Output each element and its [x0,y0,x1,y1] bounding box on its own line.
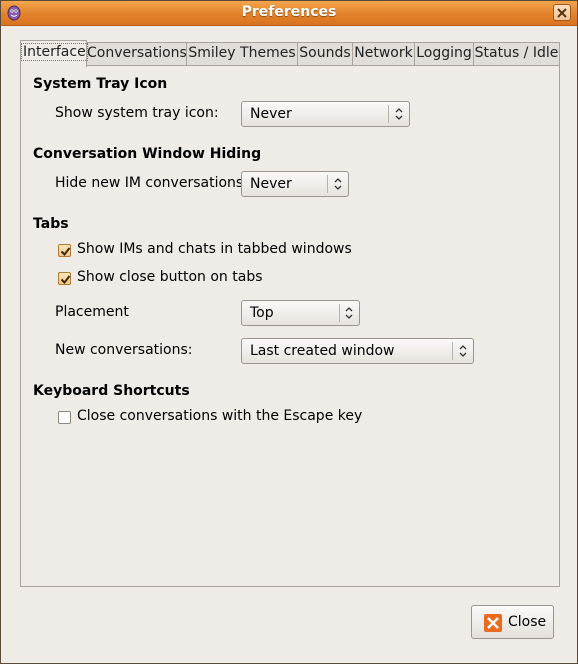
conv-hiding-label: Hide new IM conversations: [55,175,248,191]
title-bar[interactable]: Preferences [1,1,577,26]
combo-separator [452,342,453,360]
combo-arrows-icon [395,108,403,120]
system-tray-value: Never [250,106,292,122]
tab-interface[interactable]: Interface [20,40,88,67]
combo-separator [339,304,340,322]
window-title: Preferences [241,4,337,20]
system-tray-label: Show system tray icon: [55,105,219,121]
placement-combo[interactable]: Top [241,300,360,326]
tabs-heading: Tabs [33,216,69,232]
tabbed-windows-label[interactable]: Show IMs and chats in tabbed windows [77,241,352,257]
tabbed-windows-checkbox[interactable] [58,244,71,257]
tab-status-idle[interactable]: Status / Idle [473,42,560,65]
combo-arrows-icon [334,178,342,190]
close-button-on-tabs-label[interactable]: Show close button on tabs [77,269,263,285]
combo-arrows-icon [345,307,353,319]
tab-logging[interactable]: Logging [414,42,474,65]
keyboard-shortcuts-heading: Keyboard Shortcuts [33,383,190,399]
close-icon [484,614,502,632]
tab-network[interactable]: Network [352,42,415,65]
system-tray-heading: System Tray Icon [33,76,168,92]
system-tray-combo[interactable]: Never [241,101,410,127]
close-x-glyph [487,617,499,629]
tab-smiley-themes[interactable]: Smiley Themes [186,42,298,65]
new-conversations-value: Last created window [250,343,395,359]
escape-close-label[interactable]: Close conversations with the Escape key [77,408,362,424]
close-button[interactable]: Close [471,605,554,639]
preferences-window: Preferences Interface Conversations Smil… [0,0,578,664]
tab-label: Interface [21,43,88,61]
escape-close-checkbox[interactable] [58,411,71,424]
conv-hiding-combo[interactable]: Never [241,171,349,197]
placement-label: Placement [55,304,129,320]
combo-separator [388,105,389,123]
close-icon [557,8,567,18]
placement-value: Top [250,305,274,321]
close-button-on-tabs-checkbox[interactable] [58,272,71,285]
close-button-label: Close [508,614,547,630]
new-conversations-label: New conversations: [55,342,193,358]
tab-conversations[interactable]: Conversations [86,42,187,65]
combo-arrows-icon [459,345,467,357]
combo-separator [327,175,328,193]
checkmark-icon [60,275,71,285]
checkmark-icon [60,247,71,257]
conv-hiding-value: Never [250,176,292,192]
interface-panel [20,65,560,587]
conv-hiding-heading: Conversation Window Hiding [33,146,262,162]
tab-sounds[interactable]: Sounds [297,42,353,65]
new-conversations-combo[interactable]: Last created window [241,338,474,364]
window-close-button[interactable] [553,4,571,21]
